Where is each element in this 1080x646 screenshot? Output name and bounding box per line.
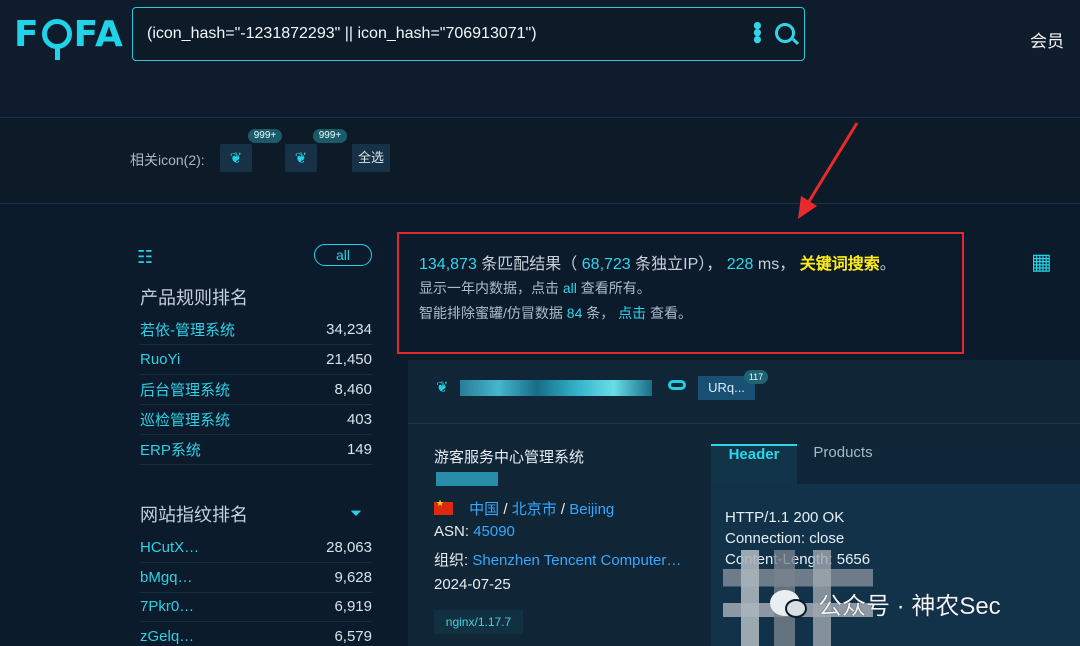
product-count: 8,460 — [334, 381, 372, 398]
site-title: 游客服务中心管理系统 — [434, 449, 585, 466]
top-bar: FFA ••• 会员 — [0, 0, 1080, 118]
blurred-ip[interactable] — [436, 472, 498, 486]
server-tag[interactable]: nginx/1.17.7 — [434, 610, 523, 634]
product-ranking-title: 产品规则排名 — [140, 288, 248, 308]
org-link[interactable]: Shenzhen Tencent Computer… — [472, 552, 681, 569]
fofa-logo[interactable]: F FA — [14, 14, 124, 60]
product-count: 403 — [346, 411, 372, 428]
search-input[interactable] — [147, 22, 737, 46]
product-name[interactable]: 后台管理系统 — [140, 379, 230, 400]
link-icon[interactable] — [668, 380, 686, 390]
site-count: 28,063 — [326, 539, 372, 556]
search-box[interactable]: ••• — [132, 7, 805, 61]
product-name[interactable]: 若依-管理系统 — [140, 319, 235, 340]
wechat-watermark: 公众号 · 神农Sec — [818, 593, 1001, 620]
related-icons-label: 相关icon(2): — [130, 152, 205, 168]
select-all-button[interactable]: 全选 — [352, 144, 390, 172]
result-stats: 134,873 条匹配结果（ 68,723 条独立IP）， 228 ms， 关键… — [419, 250, 896, 274]
left-sidebar: ☷ all 产品规则排名 若依-管理系统 34,234 RuoYi 21,450… — [137, 244, 372, 646]
china-flag-icon — [434, 499, 453, 515]
total-results: 134,873 — [419, 256, 477, 273]
tab-header[interactable]: Header — [711, 444, 797, 484]
product-name[interactable]: RuoYi — [140, 351, 180, 368]
filter-icon[interactable]: ⏷ — [350, 504, 362, 522]
org-line: 组织: Shenzhen Tencent Computer… — [434, 549, 681, 570]
product-rank-row[interactable]: 若依-管理系统 34,234 — [140, 315, 372, 345]
asn-label: ASN: — [434, 523, 470, 540]
plant-icon[interactable]: ❦ — [220, 144, 252, 172]
honeypot-text: 智能排除蜜罐/仿冒数据 — [419, 305, 563, 321]
show-all-suffix: 查看所有。 — [580, 280, 651, 296]
city-link[interactable]: 北京市 — [512, 501, 557, 518]
view-honeypot-link[interactable]: 点击 — [618, 305, 646, 321]
related-icons-bar: 相关icon(2): 999+ ❦ 999+ ❦ 全选 — [0, 118, 1080, 204]
product-rank-row[interactable]: 后台管理系统 8,460 — [140, 375, 372, 405]
unique-ip-count: 68,723 — [581, 256, 631, 273]
one-year-hint: 显示一年内数据，点击 all 查看所有。 — [419, 278, 651, 298]
site-rank-row[interactable]: bMgq… 9,628 — [140, 563, 372, 593]
product-name[interactable]: ERP系统 — [140, 439, 201, 460]
tab-products[interactable]: Products — [797, 444, 889, 484]
honeypot-hint: 智能排除蜜罐/仿冒数据 84 条， 点击 查看。 — [419, 303, 692, 323]
total-results-label: 条匹配结果（ — [481, 256, 578, 273]
query-time: 228 — [726, 256, 754, 273]
tab-bar: Header Products — [711, 444, 1080, 484]
keyword-suffix: 。 — [879, 256, 896, 273]
site-count: 6,579 — [334, 628, 372, 645]
site-name[interactable]: HCutX… — [140, 539, 199, 556]
icon-count-badge: 999+ — [313, 129, 347, 143]
one-year-text: 显示一年内数据，点击 — [419, 280, 559, 296]
site-name[interactable]: bMgq… — [140, 569, 193, 586]
site-rank-row[interactable]: 7Pkr0… 6,919 — [140, 592, 372, 622]
site-rank-row[interactable]: HCutX… 28,063 — [140, 533, 372, 563]
wechat-icon — [770, 590, 807, 618]
logo-o-icon — [41, 19, 72, 60]
card-header: ❦ URq... 117 — [408, 360, 1080, 424]
result-summary-box: 134,873 条匹配结果（ 68,723 条独立IP）， 228 ms， 关键… — [397, 232, 964, 354]
icon-count-badge: 999+ — [248, 129, 282, 143]
country-link[interactable]: 中国 — [469, 501, 499, 518]
honeypot-count: 84 — [566, 305, 583, 321]
product-count: 21,450 — [326, 351, 372, 368]
org-label: 组织: — [434, 552, 469, 569]
filter-settings-icon[interactable]: ☷ — [137, 247, 153, 268]
plant-icon[interactable]: ❦ — [285, 144, 317, 172]
site-rank-row[interactable]: zGelq… 6,579 — [140, 622, 372, 646]
query-time-unit: ms， — [757, 256, 796, 273]
show-all-link[interactable]: all — [563, 280, 577, 296]
product-count: 149 — [346, 441, 372, 458]
plant-icon: ❦ — [436, 378, 449, 396]
product-count: 34,234 — [326, 321, 372, 338]
member-link[interactable]: 会员 — [1030, 27, 1064, 52]
location: 中国 / 北京市 / Beijing — [434, 498, 614, 519]
date: 2024-07-25 — [434, 576, 511, 593]
site-name[interactable]: zGelq… — [140, 628, 194, 645]
blurred-host[interactable] — [460, 380, 652, 396]
grid-view-icon[interactable]: ▦ — [1031, 250, 1052, 275]
asn-line: ASN: 45090 — [434, 523, 515, 540]
product-rank-row[interactable]: RuoYi 21,450 — [140, 345, 372, 375]
site-name[interactable]: 7Pkr0… — [140, 598, 194, 615]
product-rank-row[interactable]: 巡检管理系统 403 — [140, 405, 372, 435]
unique-ip-label: 条独立IP）， — [635, 256, 723, 273]
site-fingerprint-title: 网站指纹排名 — [140, 505, 248, 525]
asn-link[interactable]: 45090 — [473, 523, 515, 540]
all-toggle-button[interactable]: all — [314, 244, 372, 266]
view-honeypot-suffix: 查看。 — [650, 305, 693, 321]
product-tag-count: 117 — [744, 370, 768, 384]
honeypot-unit: 条， — [586, 305, 615, 321]
product-name[interactable]: 巡检管理系统 — [140, 409, 230, 430]
site-count: 9,628 — [334, 569, 372, 586]
search-icon[interactable] — [775, 23, 795, 43]
site-count: 6,919 — [334, 598, 372, 615]
product-rank-row[interactable]: ERP系统 149 — [140, 435, 372, 465]
keyword-search-link[interactable]: 关键词搜索 — [800, 256, 880, 273]
city-en-link[interactable]: Beijing — [569, 501, 614, 518]
red-annotation-arrow — [798, 122, 859, 219]
more-icon[interactable]: • • • — [751, 16, 764, 50]
